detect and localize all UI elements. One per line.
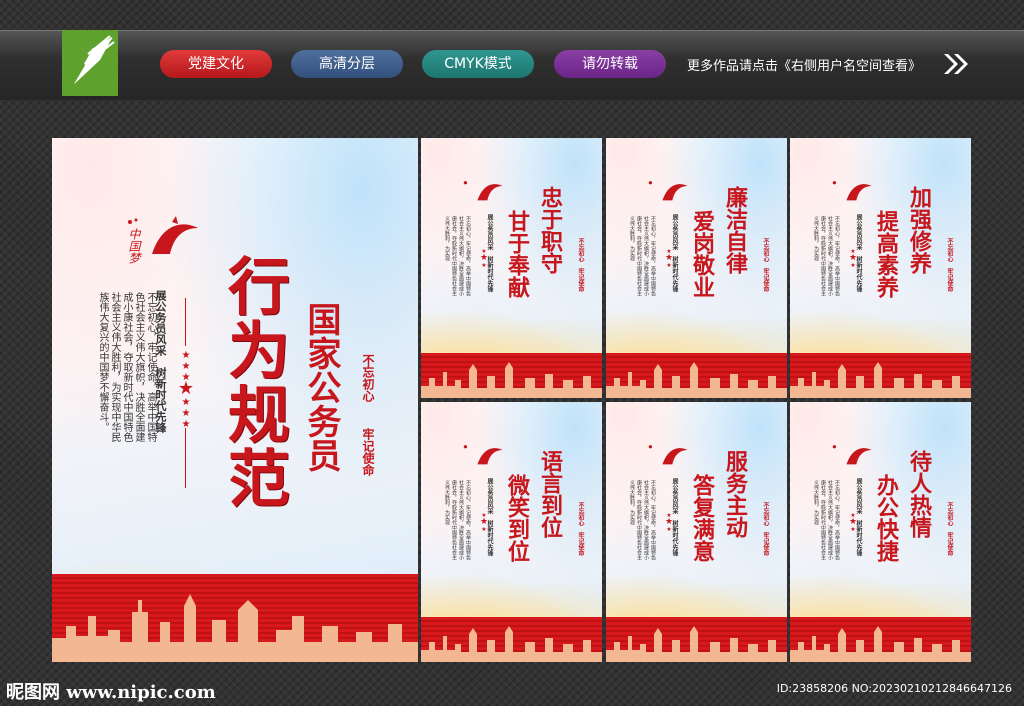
body-text: 不忘初心，牢记使命，高举中国特色社会主义伟大旗帜，决胜全面建成小康社会，夺取新时… [813,216,840,296]
brand-logo [62,30,118,96]
main-body: 不忘初心，牢记使命，高举中国特色社会主义伟大旗帜，决胜全面建成小康社会，夺取新时… [97,292,156,442]
slogan: 展公务员风采 树新时代先锋 [855,478,862,556]
chinese-dream-emblem [830,178,874,208]
body-text: 不忘初心，牢记使命，高举中国特色社会主义伟大旗帜，决胜全面建成小康社会，夺取新时… [629,216,656,296]
star-column: ★ ★ ★ [479,248,489,269]
seal: 不忘初心 牢记使命 [577,238,584,292]
small-poster: 语言到位 微笑到位 不忘初心 牢记使命 展公务员风采 树新时代先锋 ★ ★ ★ 不忘… [421,402,602,662]
main-subtitle: 国家公务员 [301,302,341,472]
body-text: 不忘初心，牢记使命，高举中国特色社会主义伟大旗帜，决胜全面建成小康社会，夺取新时… [629,480,656,560]
tag-no-repost[interactable]: 请勿转载 [554,50,666,78]
title-col-1: 加强修养 [906,186,932,274]
slogan: 展公务员风采 树新时代先锋 [486,478,493,556]
small-poster: 待人热情 办公快捷 不忘初心 牢记使命 展公务员风采 树新时代先锋 ★ ★ ★ 不忘… [790,402,971,662]
title-col-2: 提高素养 [873,210,899,298]
city-skyline [421,362,602,398]
main-title: 行为规范 [217,254,290,510]
star-column: ★ ★ ★ [848,512,858,533]
city-skyline [606,362,787,398]
tag-party-culture[interactable]: 党建文化 [160,50,272,78]
more-works-link[interactable]: 更多作品请点击《右侧用户名空间查看》 [687,55,921,74]
tag-hd-layers[interactable]: 高清分层 [291,50,403,78]
divider [185,428,186,488]
city-skyline [790,626,971,662]
chinese-dream-emblem: 中国梦 [122,214,202,264]
city-skyline [421,626,602,662]
city-skyline [52,594,418,662]
chinese-dream-emblem [461,178,505,208]
seal: 不忘初心 牢记使命 [577,502,584,556]
title-col-2: 爱岗敬业 [689,210,715,298]
title-col-1: 廉洁自律 [722,186,748,274]
small-poster: 廉洁自律 爱岗敬业 不忘初心 牢记使命 展公务员风采 树新时代先锋 ★ ★ ★ 不忘… [606,138,787,398]
chinese-dream-emblem [646,178,690,208]
small-poster: 加强修养 提高素养 不忘初心 牢记使命 展公务员风采 树新时代先锋 ★ ★ ★ 不忘… [790,138,971,398]
slogan: 展公务员风采 树新时代先锋 [671,214,678,292]
chinese-dream-emblem [461,442,505,472]
title-col-1: 忠于职守 [537,186,563,274]
seal-2: 牢记使命 [361,428,375,476]
city-skyline [606,626,787,662]
double-arrow-icon[interactable] [942,52,970,76]
tag-cmyk[interactable]: CMYK模式 [422,50,534,78]
slogan: 展公务员风采 树新时代先锋 [671,478,678,556]
chinese-dream-emblem [830,442,874,472]
body-text: 不忘初心，牢记使命，高举中国特色社会主义伟大旗帜，决胜全面建成小康社会，夺取新时… [444,216,471,296]
pen-icon [68,35,115,89]
title-col-2: 甘于奉献 [504,210,530,298]
image-id: ID:23858206 NO:20230210212846647126 [776,682,1012,695]
small-poster: 服务主动 答复满意 不忘初心 牢记使命 展公务员风采 树新时代先锋 ★ ★ ★ 不忘… [606,402,787,662]
seal-1: 不忘初心 [361,354,375,402]
body-text: 不忘初心，牢记使命，高举中国特色社会主义伟大旗帜，决胜全面建成小康社会，夺取新时… [444,480,471,560]
star-column: ★ ★ ★ [664,248,674,269]
slogan: 展公务员风采 树新时代先锋 [855,214,862,292]
chinese-dream-emblem [646,442,690,472]
title-col-1: 待人热情 [906,450,932,538]
title-col-2: 微笑到位 [504,474,530,562]
body-text: 不忘初心，牢记使命，高举中国特色社会主义伟大旗帜，决胜全面建成小康社会，夺取新时… [813,480,840,560]
star-column: ★ ★ ★ ★ ★ ★ ★ [177,350,195,430]
title-col-1: 语言到位 [537,450,563,538]
title-col-2: 答复满意 [689,474,715,562]
title-col-2: 办公快捷 [873,474,899,562]
star-column: ★ ★ ★ [479,512,489,533]
seal: 不忘初心 牢记使命 [762,238,769,292]
small-poster: 忠于职守 甘于奉献 不忘初心 牢记使命 展公务员风采 树新时代先锋 ★ ★ ★ 不忘… [421,138,602,398]
seal: 不忘初心 牢记使命 [762,502,769,556]
site-watermark: 昵图网 www.nipic.com [6,682,216,703]
seal: 不忘初心 牢记使命 [946,238,953,292]
seal: 不忘初心 牢记使命 [946,502,953,556]
star-column: ★ ★ ★ [664,512,674,533]
city-skyline [790,362,971,398]
star-column: ★ ★ ★ [848,248,858,269]
slogan: 展公务员风采 树新时代先锋 [486,214,493,292]
emblem-text: 中国梦 [127,228,141,264]
title-col-1: 服务主动 [722,450,748,538]
main-poster: 中国梦 行为规范 国家公务员 不忘初心 牢记使命 ★ ★ ★ ★ ★ ★ ★ 展公务员风采 … [52,138,418,662]
divider [185,298,186,346]
